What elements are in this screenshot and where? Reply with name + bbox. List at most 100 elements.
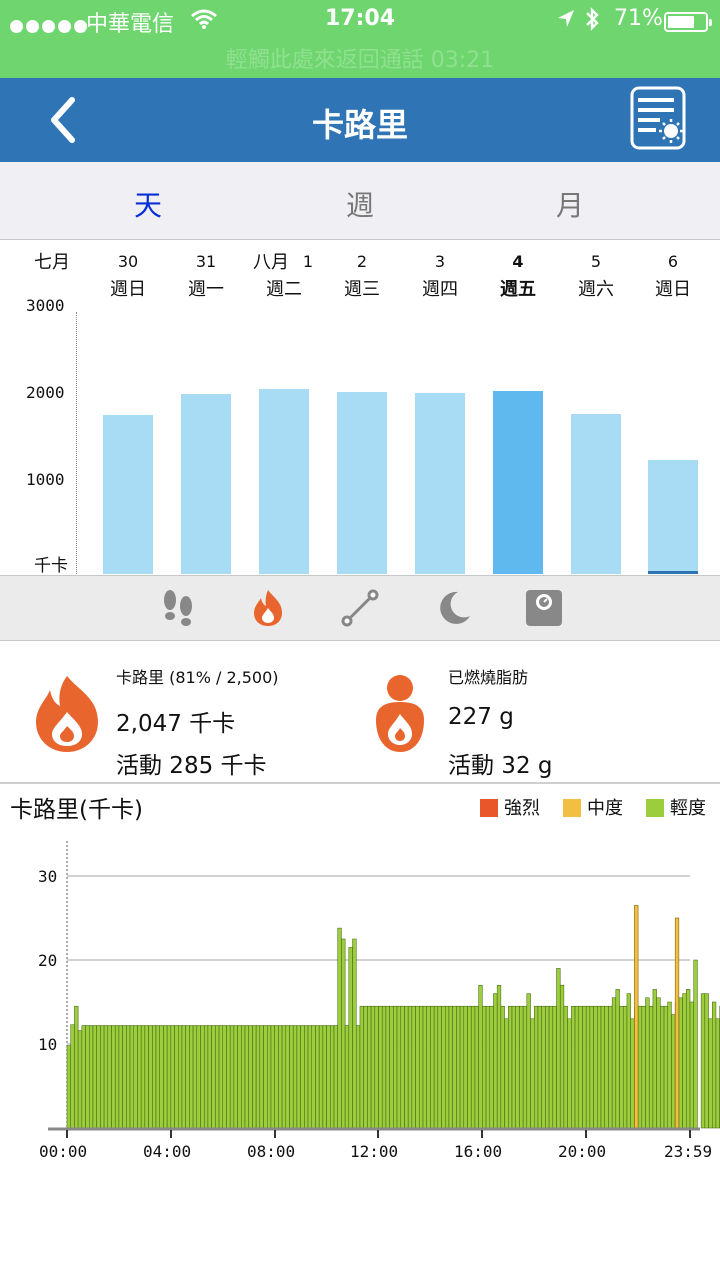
light-bar	[593, 1005, 598, 1129]
week-bar-1[interactable]	[181, 394, 231, 574]
light-bar	[207, 1025, 212, 1129]
light-bar	[259, 1025, 264, 1129]
scale-icon[interactable]	[524, 588, 564, 628]
light-bar	[100, 1025, 105, 1129]
light-bar	[85, 1025, 90, 1129]
light-bar	[712, 1001, 717, 1129]
light-bar	[496, 984, 502, 1129]
week-bar-0[interactable]	[103, 415, 153, 574]
day-column-4[interactable]: 3 週四	[400, 248, 480, 304]
day-column-0[interactable]: 30 週日	[88, 248, 168, 304]
day-date: 31	[195, 252, 217, 271]
y-tick-3000: 3000	[26, 296, 65, 315]
light-bar	[148, 1025, 153, 1129]
light-bar	[133, 1025, 138, 1129]
light-bar	[663, 1005, 669, 1129]
light-bar	[626, 993, 631, 1129]
light-bar	[448, 1005, 453, 1129]
week-bar-7[interactable]	[648, 459, 698, 574]
light-bar	[519, 1005, 524, 1129]
flame-icon[interactable]	[248, 588, 288, 628]
day-column-6[interactable]: 5 週六	[556, 248, 636, 304]
week-bar-2[interactable]	[259, 388, 309, 574]
light-bar	[170, 1025, 175, 1129]
day-weekday: 週三	[344, 279, 380, 300]
light-bar	[222, 1025, 227, 1129]
light-bar	[226, 1025, 231, 1129]
day-weekday: 週四	[422, 279, 458, 300]
y-axis-line	[76, 312, 77, 574]
light-bar	[686, 989, 691, 1129]
location-arrow-icon	[558, 10, 574, 27]
light-bar	[463, 1005, 468, 1129]
light-bar	[400, 1005, 405, 1129]
light-bar	[281, 1025, 287, 1129]
light-bar	[337, 927, 342, 1129]
status-bar: 中華電信 17:04 71% 輕觸此處來返回通話 03:21	[0, 0, 720, 78]
light-bar	[274, 1025, 279, 1129]
day-date: 5	[590, 252, 602, 271]
light-bar	[103, 1025, 109, 1129]
light-bar	[81, 1025, 86, 1129]
light-bar	[363, 1005, 368, 1129]
light-bar	[615, 989, 620, 1129]
clock: 17:04	[324, 6, 396, 31]
return-to-call-banner[interactable]: 輕觸此處來返回通話 03:21	[0, 42, 720, 74]
light-bar	[600, 1005, 605, 1129]
light-bar	[433, 1005, 439, 1129]
light-bar	[700, 993, 706, 1129]
light-bar	[445, 1005, 450, 1129]
light-bar	[474, 1005, 479, 1129]
light-bar	[708, 1018, 713, 1129]
light-bar	[359, 1005, 364, 1129]
day-column-2[interactable]: 1 週二	[244, 248, 324, 304]
tab-month[interactable]: 月	[510, 184, 630, 224]
light-bar	[278, 1025, 283, 1129]
day-column-7[interactable]: 6 週日	[633, 248, 713, 304]
tab-day[interactable]: 天	[88, 184, 208, 224]
light-bar	[652, 989, 657, 1129]
y-tick-1000: 1000	[26, 470, 65, 489]
report-settings-icon[interactable]	[630, 86, 686, 150]
light-bar	[122, 1025, 127, 1129]
light-bar	[693, 959, 698, 1129]
light-bar	[152, 1025, 157, 1129]
light-bar	[237, 1025, 242, 1129]
light-bar	[252, 1025, 257, 1129]
today-marker	[648, 571, 698, 574]
day-column-1[interactable]: 31 週一	[166, 248, 246, 304]
light-bar	[304, 1025, 309, 1129]
week-bar-4[interactable]	[415, 393, 465, 574]
light-bar	[322, 1025, 327, 1129]
light-bar	[637, 1005, 643, 1129]
light-bar	[137, 1025, 142, 1129]
light-bar	[645, 997, 650, 1129]
light-bar	[467, 1005, 472, 1129]
light-bar	[203, 1025, 209, 1129]
y-unit-label: 千卡	[34, 556, 68, 576]
x-tick-label: 12:00	[350, 1142, 398, 1161]
fat-burn-icon	[376, 675, 424, 752]
distance-icon[interactable]	[340, 588, 380, 628]
day-column-5[interactable]: 4 週五	[478, 248, 558, 304]
tab-week[interactable]: 週	[300, 184, 420, 224]
light-bar	[114, 1025, 120, 1129]
week-bar-3[interactable]	[337, 392, 387, 574]
light-bar	[485, 1005, 490, 1129]
nav-header: 卡路里	[0, 78, 720, 162]
app-screen: 中華電信 17:04 71% 輕觸此處來返回通話 03:21 卡路里 天 週 月…	[0, 0, 720, 1280]
light-bar	[229, 1025, 235, 1129]
light-bar	[493, 993, 498, 1129]
footsteps-icon[interactable]	[158, 588, 198, 628]
week-bar-5[interactable]	[493, 391, 543, 574]
light-bar	[96, 1025, 101, 1129]
light-bar	[589, 1005, 594, 1129]
light-bar	[292, 1025, 298, 1129]
day-column-3[interactable]: 2 週三	[322, 248, 402, 304]
week-bar-6[interactable]	[571, 414, 621, 574]
light-bar	[608, 1005, 613, 1129]
moon-icon[interactable]	[434, 588, 474, 628]
light-bar	[430, 1005, 435, 1129]
fat-burned-label: 已燃燒脂肪	[448, 668, 529, 687]
light-bar	[263, 1025, 268, 1129]
